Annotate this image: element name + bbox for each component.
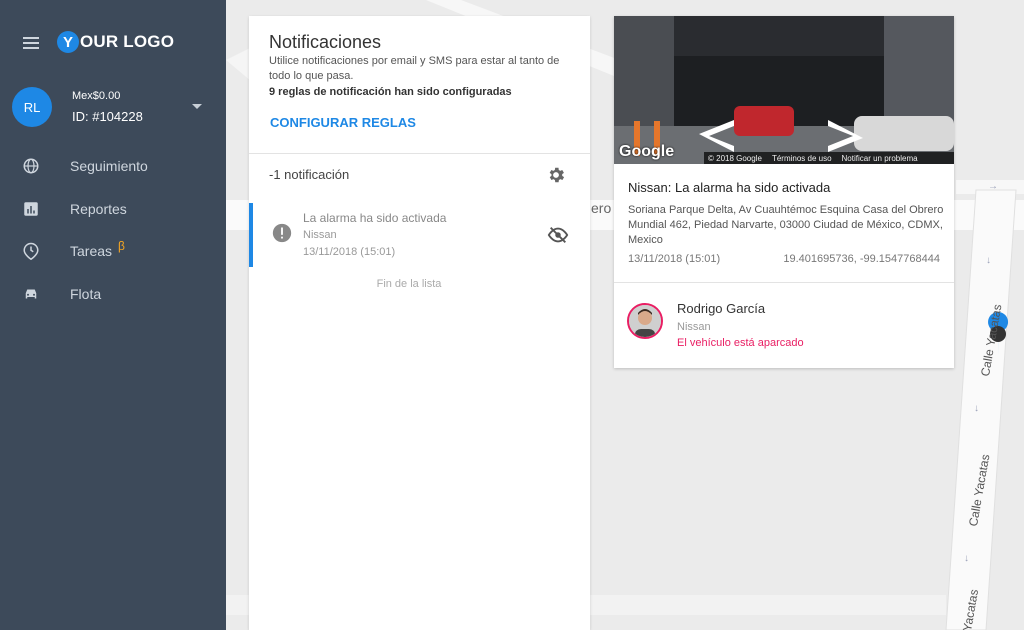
event-coordinates: 19.401695736, -99.1547768444 [783, 253, 940, 265]
sidebar-item-seguimiento[interactable]: Seguimiento [0, 148, 226, 184]
one-way-arrow-icon: ↓ [974, 403, 979, 414]
map-place-label: ero [591, 200, 612, 216]
menu-icon[interactable] [23, 37, 39, 49]
beta-badge: β [118, 239, 125, 253]
sidebar-item-label: Flota [70, 286, 102, 302]
driver-name[interactable]: Rodrigo García [677, 301, 765, 316]
end-of-list: Fin de la lista [376, 278, 442, 290]
list-item[interactable]: La alarma ha sido activada Nissan 13/11/… [249, 203, 590, 267]
driver-vehicle: Nissan [677, 321, 711, 333]
account-balance: Mex$0.00 [72, 90, 121, 102]
one-way-arrow-icon: ↓ [986, 255, 991, 266]
panel-description: Utilice notificaciones por email y SMS p… [269, 55, 560, 82]
sidebar-item-label: Seguimiento [70, 158, 148, 174]
notification-title: La alarma ha sido activada [303, 211, 447, 225]
vehicle-status: El vehículo está aparcado [677, 337, 804, 349]
sidebar-item-flota[interactable]: Flota [0, 276, 226, 312]
sidebar-item-reportes[interactable]: Reportes [0, 191, 226, 227]
event-time: 13/11/2018 (15:01) [628, 253, 721, 265]
report-problem-link[interactable]: Notificar un problema [842, 154, 918, 163]
one-way-arrow-icon: → [988, 181, 998, 192]
account-id: ID: #104228 [72, 109, 143, 124]
driver-avatar[interactable] [627, 303, 663, 339]
divider [614, 282, 954, 283]
gear-icon[interactable] [546, 165, 566, 185]
sidebar: Y OUR LOGO RL Mex$0.00 ID: #104228 Segui… [0, 0, 226, 630]
event-detail-card: Google © 2018 Google Términos de uso Not… [614, 16, 954, 368]
rules-configured-text: 9 reglas de notificación han sido config… [269, 86, 512, 98]
user-avatar[interactable]: RL [12, 87, 52, 127]
car-icon [25, 289, 37, 299]
clock-pin-icon [23, 242, 39, 260]
configure-rules-button[interactable]: CONFIGURAR REGLAS [270, 115, 416, 130]
event-address: Soriana Parque Delta, Av Cuauhtémoc Esqu… [628, 204, 944, 246]
sidebar-item-tareas[interactable]: Tareas β [0, 233, 226, 269]
panel-title: Notificaciones [269, 32, 382, 52]
one-way-arrow-icon: ↓ [964, 553, 969, 564]
account-dropdown-icon[interactable] [192, 104, 202, 109]
notification-count: -1 notificación [269, 167, 350, 182]
notifications-panel: Notificaciones Utilice notificaciones po… [249, 16, 590, 630]
notification-time: 13/11/2018 (15:01) [303, 246, 396, 258]
logo-text: OUR LOGO [80, 32, 175, 51]
event-title: Nissan: La alarma ha sido activada [628, 180, 831, 195]
hide-eye-icon[interactable] [547, 224, 569, 246]
logo-mark: Y [57, 31, 79, 53]
alert-icon [272, 223, 292, 243]
sidebar-item-label: Reportes [70, 201, 127, 217]
logo[interactable]: Y OUR LOGO [57, 31, 174, 53]
google-logo: Google [619, 143, 675, 160]
bar-chart-icon [24, 202, 38, 216]
street-view-footer: © 2018 Google Términos de uso Notificar … [704, 152, 954, 164]
terms-link[interactable]: Términos de uso [772, 154, 832, 163]
divider [249, 153, 590, 154]
globe-icon [23, 158, 39, 174]
notification-vehicle: Nissan [303, 229, 337, 241]
copyright-text: © 2018 Google [708, 153, 762, 163]
sidebar-item-label: Tareas [70, 243, 113, 259]
street-view-image[interactable]: Google © 2018 Google Términos de uso Not… [614, 16, 954, 164]
